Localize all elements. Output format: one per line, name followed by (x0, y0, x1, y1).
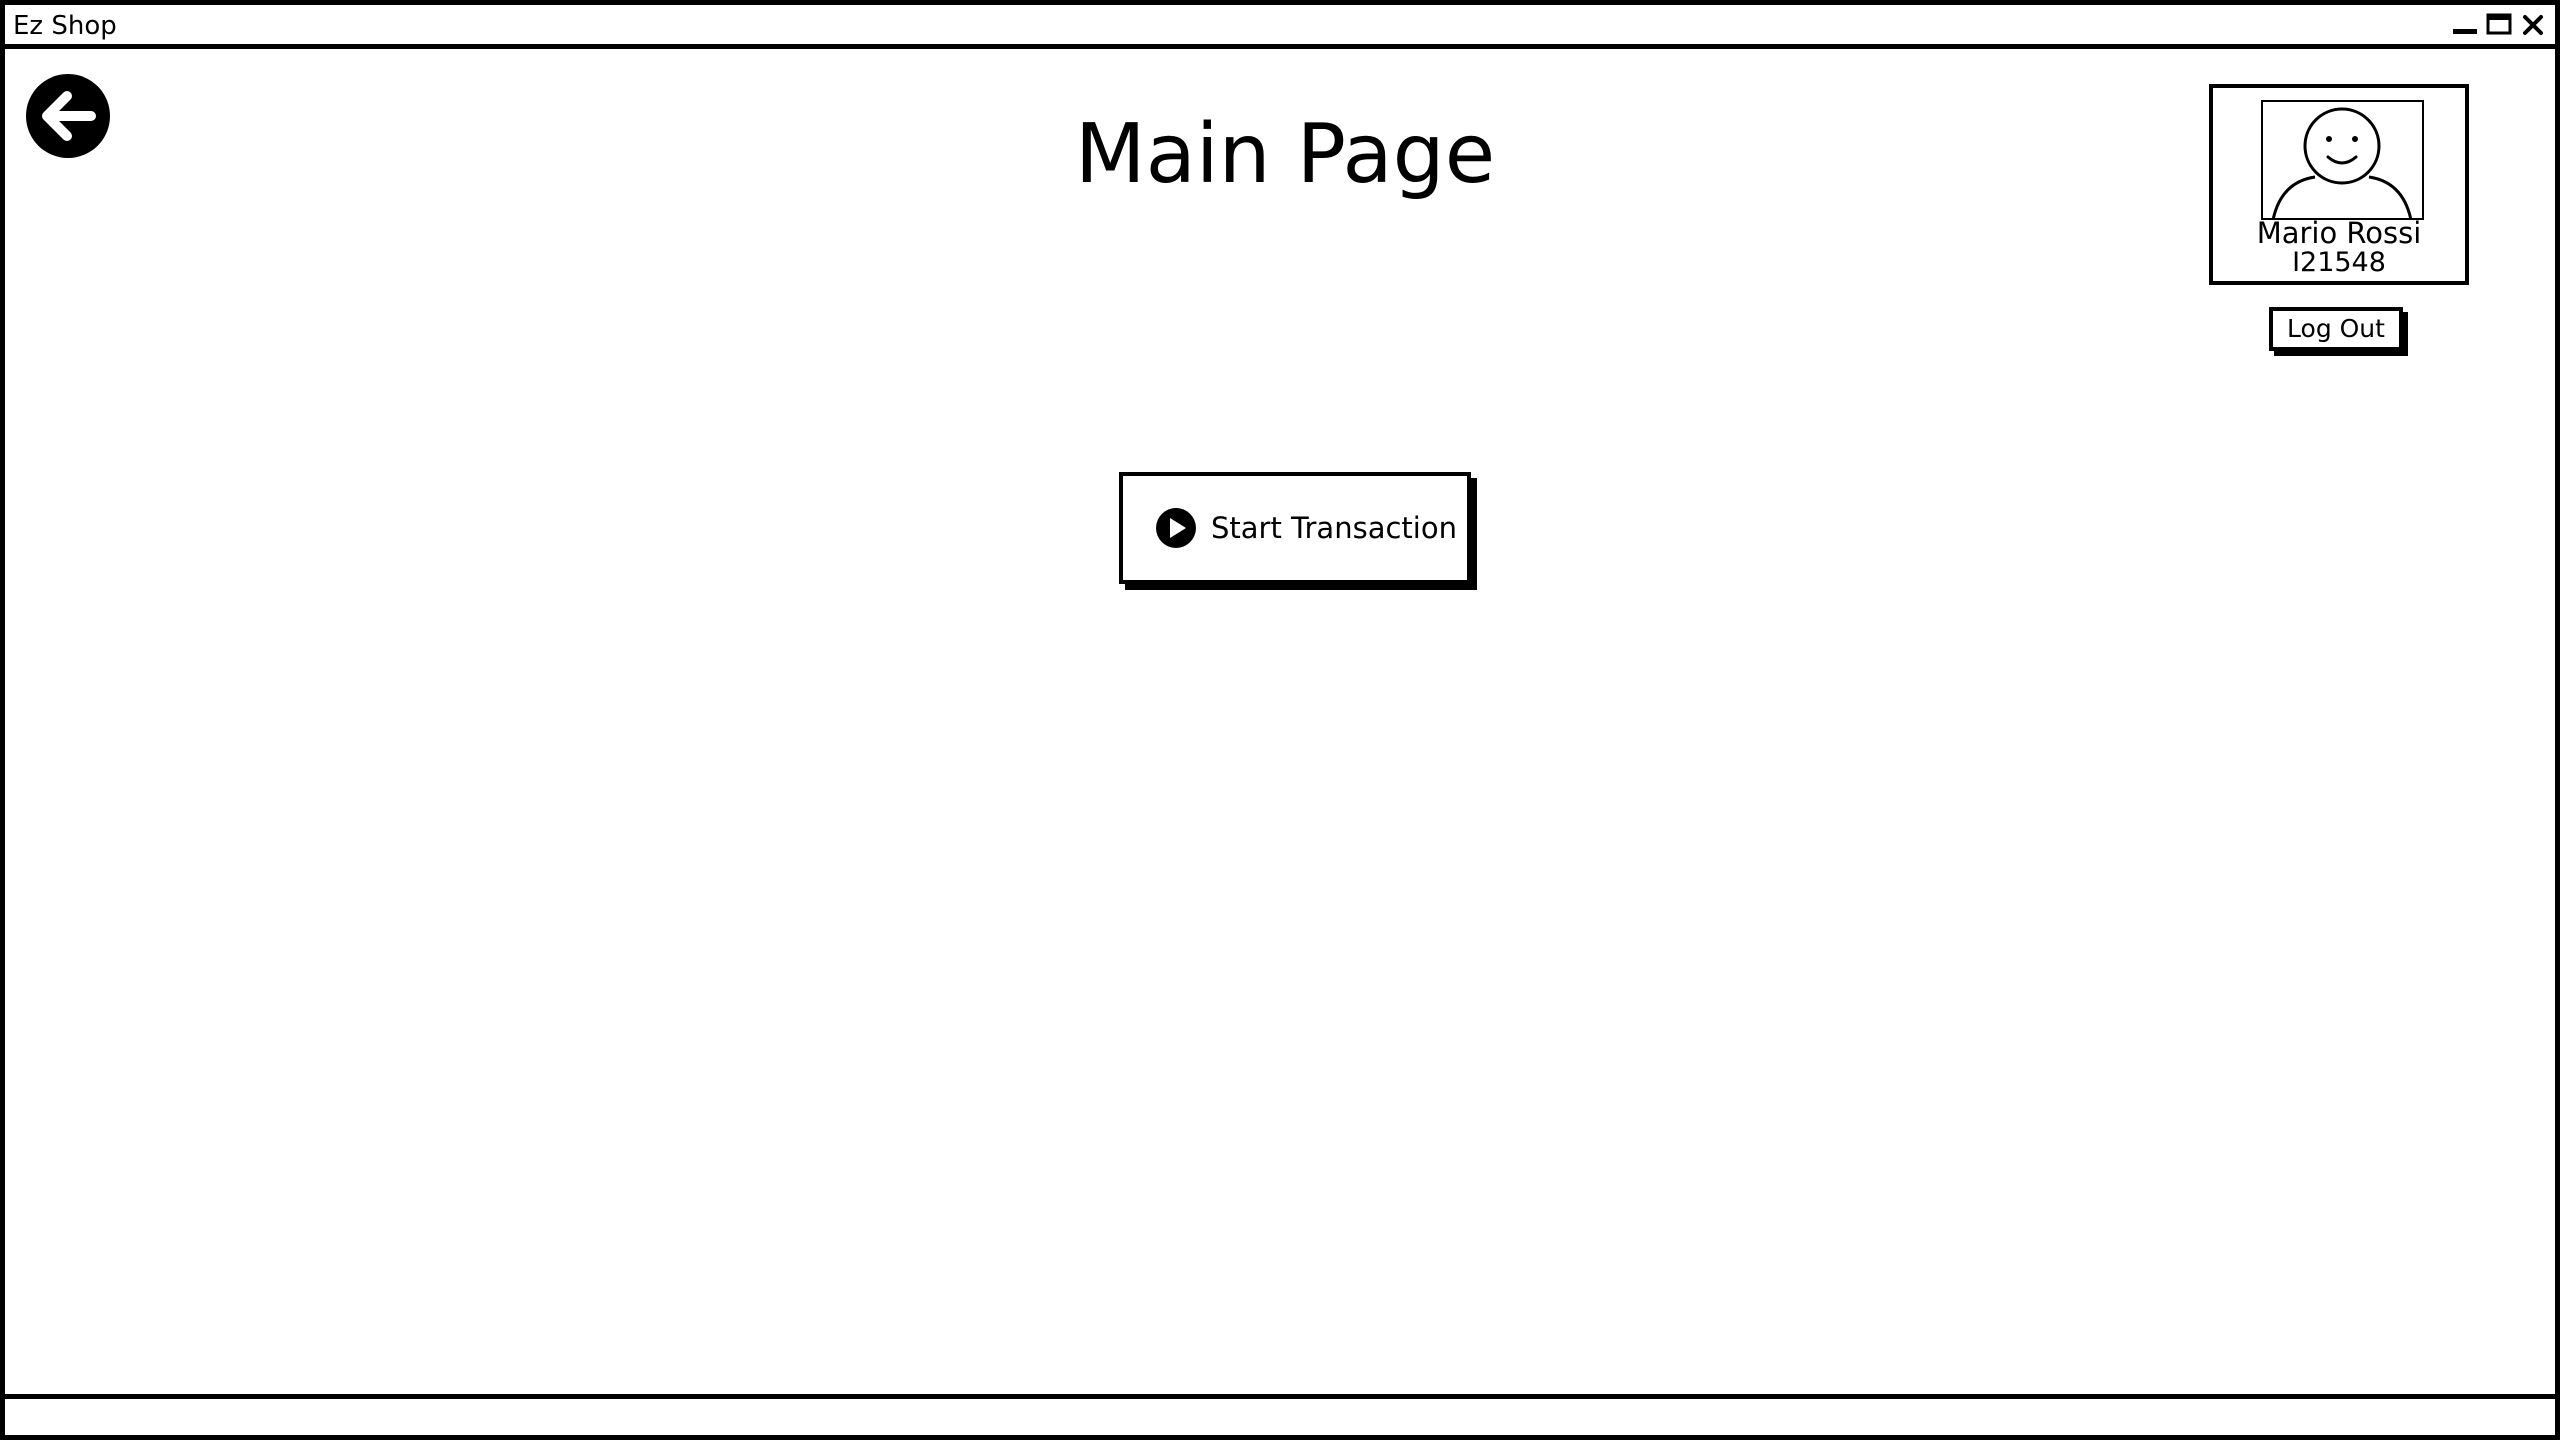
user-profile-card: Mario Rossi I21548 (2209, 84, 2469, 285)
page-title: Main Page (5, 105, 2560, 205)
user-id: I21548 (2292, 247, 2386, 278)
play-circle-icon (1156, 508, 1196, 548)
maximize-icon (2486, 13, 2512, 35)
window-controls (2451, 13, 2547, 37)
window-title: Ez Shop (13, 11, 117, 41)
maximize-button[interactable] (2485, 13, 2513, 37)
user-avatar-icon (2271, 107, 2413, 218)
close-icon (2523, 15, 2543, 35)
close-button[interactable] (2519, 13, 2547, 37)
title-bar: Ez Shop (5, 5, 2555, 49)
app-window: Ez Shop Main Page Mario Rossi I21548 Log… (0, 0, 2560, 1440)
avatar (2261, 100, 2424, 220)
minimize-button[interactable] (2451, 13, 2479, 37)
minimize-icon (2453, 29, 2477, 34)
status-bar (5, 1394, 2555, 1440)
logout-button[interactable]: Log Out (2269, 307, 2403, 351)
start-transaction-label: Start Transaction (1211, 511, 1457, 545)
page-title-text: Main Page (1074, 107, 1496, 202)
user-name: Mario Rossi (2256, 216, 2422, 250)
start-transaction-button[interactable]: Start Transaction (1119, 472, 1471, 584)
